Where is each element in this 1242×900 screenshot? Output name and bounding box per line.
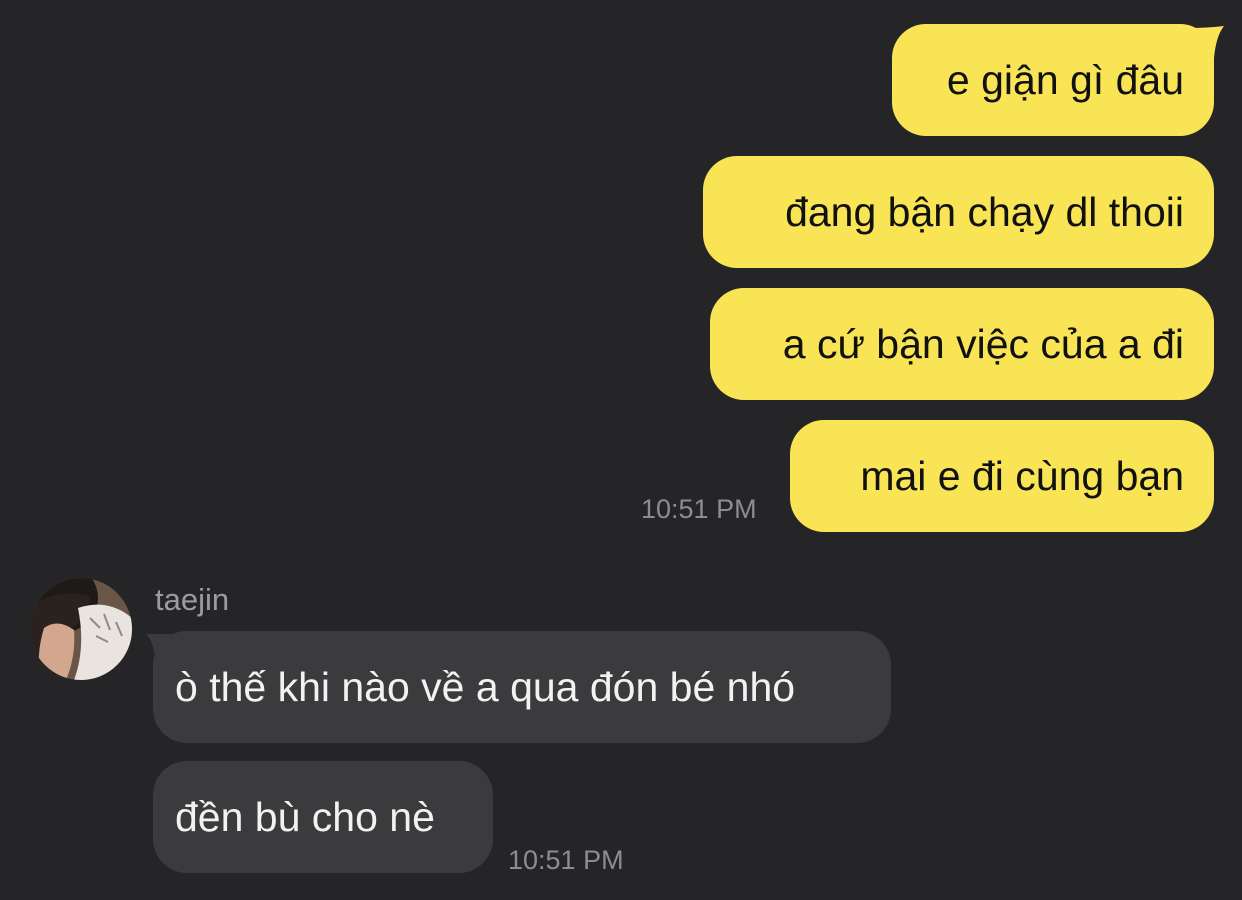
message-text: ò thế khi nào về a qua đón bé nhó: [175, 664, 796, 710]
message-text: đang bận chạy dl thoii: [785, 189, 1184, 235]
received-message-bubble[interactable]: ò thế khi nào về a qua đón bé nhó: [153, 631, 891, 743]
received-timestamp: 10:51 PM: [508, 845, 624, 875]
sent-message-bubble[interactable]: mai e đi cùng bạn: [790, 420, 1214, 532]
sent-message-bubble[interactable]: e giận gì đâu: [892, 24, 1214, 136]
message-text: a cứ bận việc của a đi: [782, 321, 1184, 367]
message-text: đền bù cho nè: [175, 794, 435, 840]
sent-message-bubble[interactable]: a cứ bận việc của a đi: [710, 288, 1214, 400]
received-message-bubble[interactable]: đền bù cho nè: [153, 761, 493, 873]
sender-name: taejin: [155, 582, 230, 617]
chat-thread: e giận gì đâu đang bận chạy dl thoii a c…: [0, 0, 1242, 900]
sender-avatar[interactable]: [30, 578, 132, 680]
sent-message-bubble[interactable]: đang bận chạy dl thoii: [703, 156, 1214, 268]
message-text: mai e đi cùng bạn: [860, 453, 1184, 499]
message-text: e giận gì đâu: [946, 57, 1184, 103]
sent-timestamp: 10:51 PM: [641, 494, 757, 524]
profile-photo-icon: [30, 578, 132, 680]
